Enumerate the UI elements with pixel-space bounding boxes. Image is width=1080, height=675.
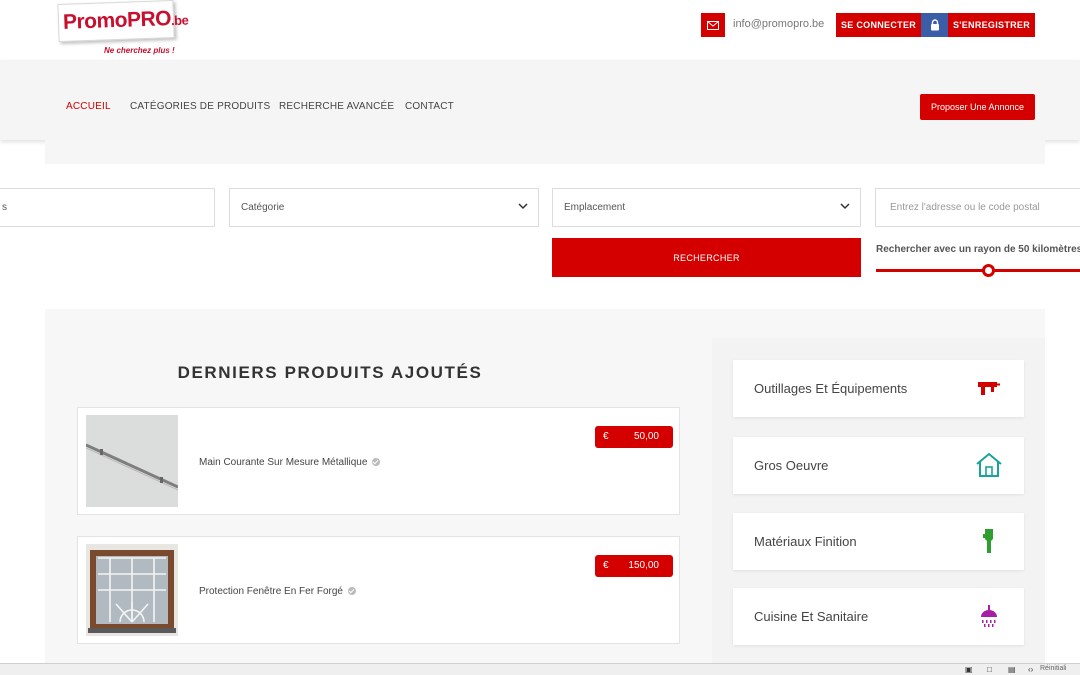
price-badge: € 50,00 xyxy=(595,426,673,448)
top-bar: PromoPRO.be Ne cherchez plus ! info@prom… xyxy=(0,0,1080,60)
product-name[interactable]: Protection Fenêtre En Fer Forgé xyxy=(199,586,356,597)
price-currency: € xyxy=(603,431,609,442)
category-card-gros-oeuvre[interactable]: Gros Oeuvre xyxy=(733,437,1024,494)
site-logo[interactable]: PromoPRO.be Ne cherchez plus ! xyxy=(57,0,189,57)
nav-item-advanced-search[interactable]: RECHERCHE AVANCÉE xyxy=(279,101,394,112)
search-button[interactable]: RECHERCHER xyxy=(552,238,861,277)
address-input-placeholder: Entrez l'adresse ou le code postal xyxy=(890,202,1040,213)
product-thumbnail-handrail[interactable] xyxy=(86,415,178,507)
nav-item-categories[interactable]: CATÉGORIES DE PRODUITS xyxy=(130,101,270,112)
logo-wordmark: PromoPRO.be xyxy=(62,7,189,34)
drill-icon xyxy=(974,373,1004,403)
login-button[interactable]: SE CONNECTER xyxy=(836,13,921,37)
shower-icon xyxy=(974,601,1004,631)
category-label: Gros Oeuvre xyxy=(754,458,829,473)
house-icon xyxy=(974,450,1004,480)
radius-slider-handle[interactable] xyxy=(982,264,995,277)
product-card[interactable]: Main Courante Sur Mesure Métallique € 50… xyxy=(77,407,680,515)
code-icon[interactable]: ‹› xyxy=(1028,665,1033,674)
chevron-down-icon xyxy=(518,203,528,210)
price-value: 150,00 xyxy=(628,560,659,571)
radius-slider-track[interactable] xyxy=(876,269,1080,272)
camera-icon[interactable]: ▣ xyxy=(965,665,973,674)
price-value: 50,00 xyxy=(633,431,659,442)
nav-item-contact[interactable]: CONTACT xyxy=(405,101,454,112)
product-card[interactable]: Protection Fenêtre En Fer Forgé € 150,00 xyxy=(77,536,680,644)
nav-shadow-strip xyxy=(45,140,1045,164)
keyword-input[interactable]: s xyxy=(0,188,215,227)
logo-box: PromoPRO.be xyxy=(57,0,189,43)
location-select[interactable]: Emplacement xyxy=(552,188,861,227)
category-card-materiaux-finition[interactable]: Matériaux Finition xyxy=(733,513,1024,570)
address-input[interactable]: Entrez l'adresse ou le code postal xyxy=(875,188,1080,227)
logo-tagline: Ne cherchez plus ! xyxy=(104,46,175,55)
category-card-cuisine-sanitaire[interactable]: Cuisine Et Sanitaire xyxy=(733,588,1024,645)
propose-ad-button[interactable]: Proposer Une Annonce xyxy=(920,94,1035,120)
category-label: Outillages Et Équipements xyxy=(754,381,908,396)
browser-status-bar: ▣ □ ▤ ‹› Réinitiali xyxy=(0,663,1080,675)
reset-label[interactable]: Réinitiali xyxy=(1040,665,1066,672)
nav-item-accueil[interactable]: ACCUEIL xyxy=(66,101,111,112)
verified-check-icon xyxy=(372,458,381,466)
radius-label: Rechercher avec un rayon de 50 kilomètre… xyxy=(876,244,1080,255)
chevron-down-icon xyxy=(840,203,850,210)
location-select-label: Emplacement xyxy=(564,202,626,213)
lock-icon xyxy=(921,13,948,37)
contact-email[interactable]: info@promopro.be xyxy=(733,18,824,30)
category-label: Cuisine Et Sanitaire xyxy=(754,609,869,624)
verified-check-icon xyxy=(347,587,356,595)
brush-icon xyxy=(974,526,1004,556)
product-thumbnail-window-grille[interactable] xyxy=(86,544,178,636)
main-navbar: ACCUEIL CATÉGORIES DE PRODUITS RECHERCHE… xyxy=(0,60,1080,140)
price-badge: € 150,00 xyxy=(595,555,673,577)
category-card-outillages[interactable]: Outillages Et Équipements xyxy=(733,360,1024,417)
screen-icon[interactable]: □ xyxy=(987,665,992,674)
keyword-input-text: s xyxy=(2,202,7,213)
product-name[interactable]: Main Courante Sur Mesure Métallique xyxy=(199,457,381,468)
category-select-label: Catégorie xyxy=(241,202,285,213)
latest-products-title: DERNIERS PRODUITS AJOUTÉS xyxy=(177,363,483,382)
register-button[interactable]: S'ENREGISTRER xyxy=(948,13,1035,37)
image-icon[interactable]: ▤ xyxy=(1008,665,1016,674)
price-currency: € xyxy=(603,560,609,571)
category-select[interactable]: Catégorie xyxy=(229,188,539,227)
mail-icon[interactable] xyxy=(701,13,725,37)
category-label: Matériaux Finition xyxy=(754,534,857,549)
